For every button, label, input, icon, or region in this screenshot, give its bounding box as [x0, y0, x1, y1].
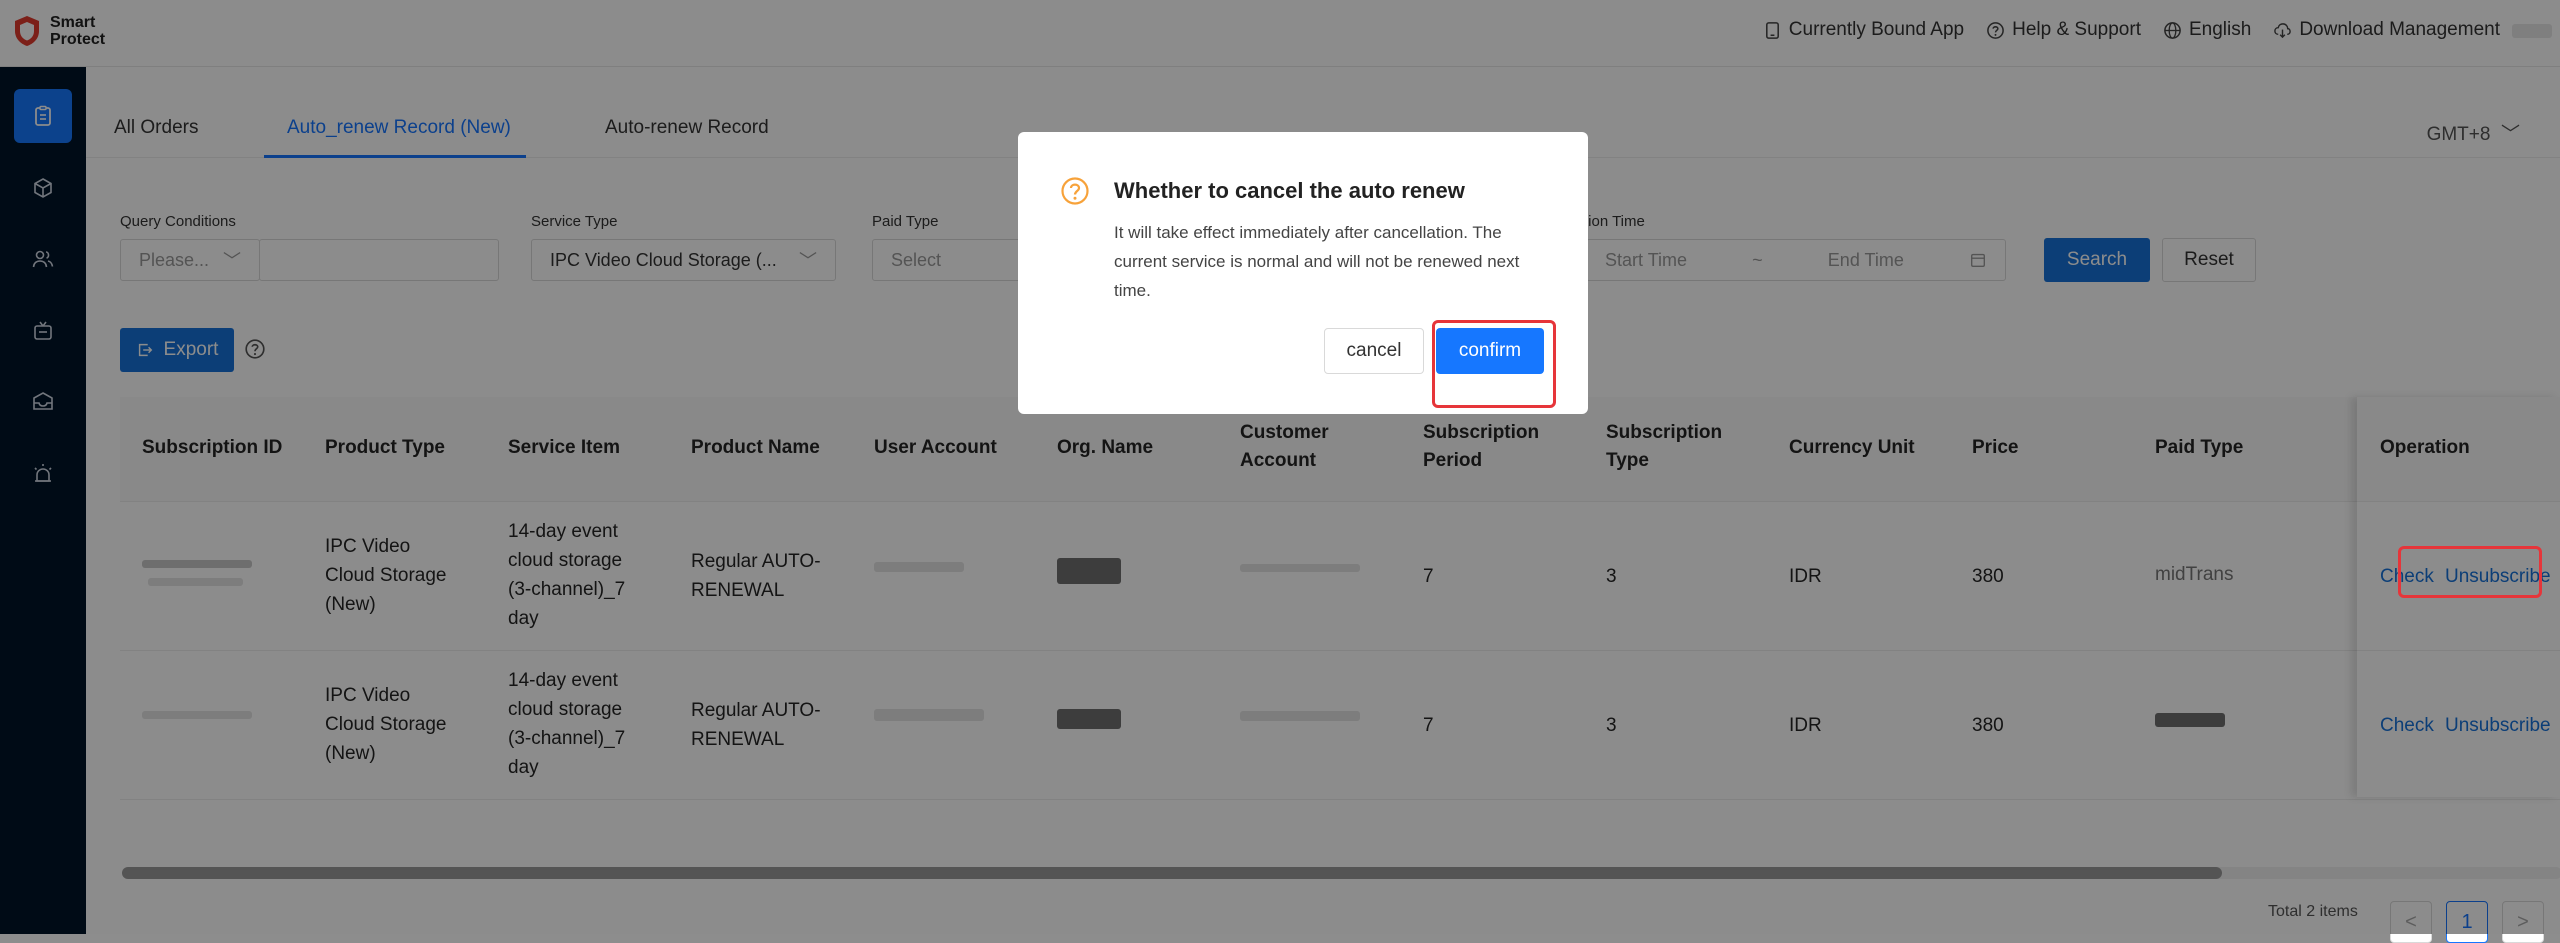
- unsubscribe-highlight-box: [2398, 546, 2542, 598]
- page: Smart Protect Currently Bound App Help &…: [0, 0, 2560, 943]
- dialog-message: It will take effect immediately after ca…: [1114, 223, 1520, 300]
- cancel-button[interactable]: cancel: [1324, 328, 1424, 374]
- question-circle-icon: [1061, 177, 1089, 205]
- dialog-title: Whether to cancel the auto renew: [1114, 178, 1465, 203]
- confirm-highlight-box: [1432, 320, 1556, 408]
